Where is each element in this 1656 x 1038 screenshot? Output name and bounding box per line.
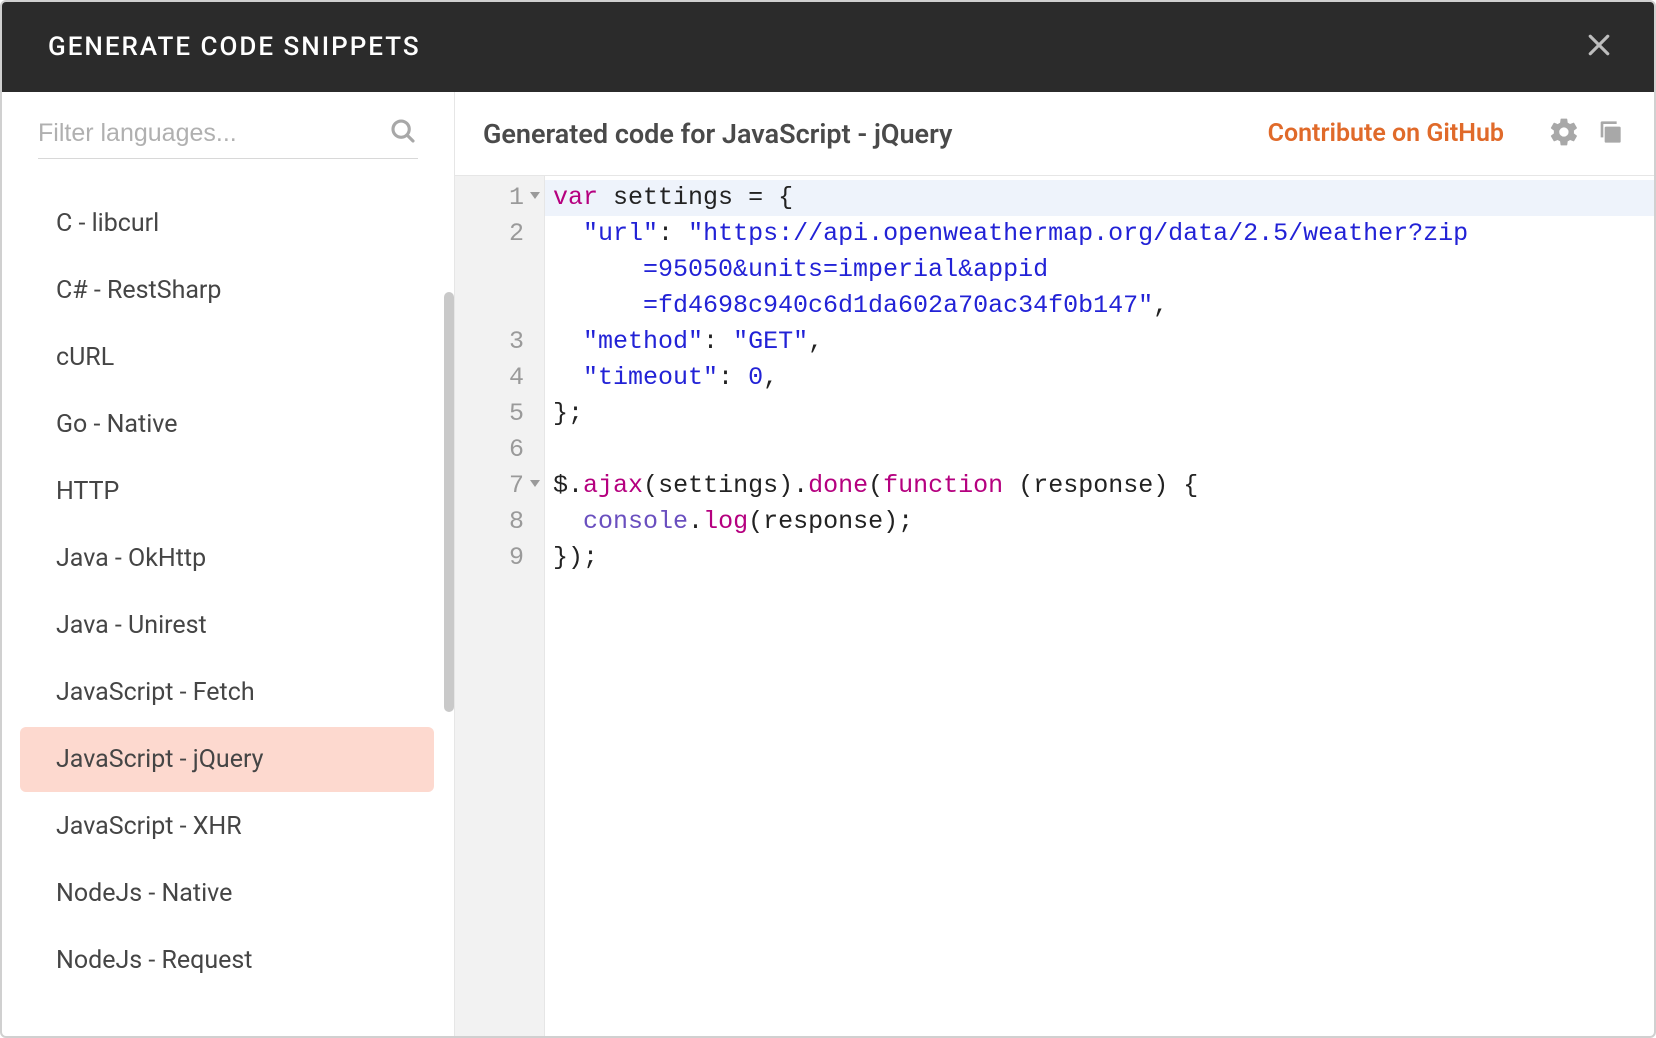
code-line: =95050&units=imperial&appid <box>545 252 1654 288</box>
code-line: $.ajax(settings).done(function (response… <box>545 468 1654 504</box>
language-item[interactable]: JavaScript - Fetch <box>20 660 434 725</box>
generated-code-title: Generated code for JavaScript - jQuery <box>483 118 952 150</box>
filter-languages-input[interactable] <box>38 119 388 148</box>
search-icon <box>388 116 418 150</box>
line-gutter: 12 3456789 <box>455 176 545 1036</box>
titlebar: GENERATE CODE SNIPPETS <box>2 2 1654 92</box>
gutter-line: 7 <box>455 468 544 504</box>
fold-icon[interactable] <box>530 192 540 199</box>
language-item[interactable]: JavaScript - jQuery <box>20 727 434 792</box>
gutter-line: 3 <box>455 324 544 360</box>
gutter-line: 5 <box>455 396 544 432</box>
code-line: }; <box>545 396 1654 432</box>
modal-body: C - libcurlC# - RestSharpcURLGo - Native… <box>2 92 1654 1036</box>
code-line: "method": "GET", <box>545 324 1654 360</box>
fold-icon[interactable] <box>530 480 540 487</box>
gutter-line: 9 <box>455 540 544 576</box>
modal-container: GENERATE CODE SNIPPETS C - libcurlC# - R… <box>0 0 1656 1038</box>
sidebar: C - libcurlC# - RestSharpcURLGo - Native… <box>2 92 454 1036</box>
search-row <box>2 92 454 169</box>
language-item[interactable]: C - libcurl <box>20 191 434 256</box>
language-list[interactable]: C - libcurlC# - RestSharpcURLGo - Native… <box>2 169 454 1036</box>
code-line: }); <box>545 540 1654 576</box>
main-panel: Generated code for JavaScript - jQuery C… <box>454 92 1654 1036</box>
close-icon <box>1584 45 1614 64</box>
gutter-line: 1 <box>455 180 544 216</box>
code-line: =fd4698c940c6d1da602a70ac34f0b147", <box>545 288 1654 324</box>
language-item[interactable]: cURL <box>20 325 434 390</box>
main-header: Generated code for JavaScript - jQuery C… <box>455 92 1654 176</box>
settings-button[interactable] <box>1548 116 1580 152</box>
code-area[interactable]: var settings = { "url": "https://api.ope… <box>545 176 1654 1036</box>
gutter-line <box>455 252 544 288</box>
scrollbar-thumb[interactable] <box>444 292 454 712</box>
gutter-line: 6 <box>455 432 544 468</box>
language-item[interactable]: HTTP <box>20 459 434 524</box>
copy-icon <box>1594 133 1626 152</box>
language-item[interactable]: Go - Native <box>20 392 434 457</box>
code-line: "timeout": 0, <box>545 360 1654 396</box>
gutter-line <box>455 288 544 324</box>
modal-title: GENERATE CODE SNIPPETS <box>48 32 421 62</box>
code-line: console.log(response); <box>545 504 1654 540</box>
gutter-line: 8 <box>455 504 544 540</box>
language-item[interactable]: NodeJs - Native <box>20 861 434 926</box>
close-button[interactable] <box>1584 30 1614 64</box>
language-item[interactable]: Java - Unirest <box>20 593 434 658</box>
code-editor[interactable]: 12 3456789 var settings = { "url": "https… <box>455 176 1654 1036</box>
gear-icon <box>1548 133 1580 152</box>
language-item[interactable]: Java - OkHttp <box>20 526 434 591</box>
language-item[interactable]: C# - RestSharp <box>20 258 434 323</box>
code-line: "url": "https://api.openweathermap.org/d… <box>545 216 1654 252</box>
gutter-line: 2 <box>455 216 544 252</box>
search-wrap <box>38 116 418 159</box>
language-item[interactable]: NodeJs - Request <box>20 928 434 993</box>
contribute-on-github-link[interactable]: Contribute on GitHub <box>1268 119 1504 148</box>
language-item[interactable]: JavaScript - XHR <box>20 794 434 859</box>
copy-button[interactable] <box>1594 116 1626 152</box>
code-line: var settings = { <box>545 180 1654 216</box>
gutter-line: 4 <box>455 360 544 396</box>
code-line <box>545 432 1654 468</box>
